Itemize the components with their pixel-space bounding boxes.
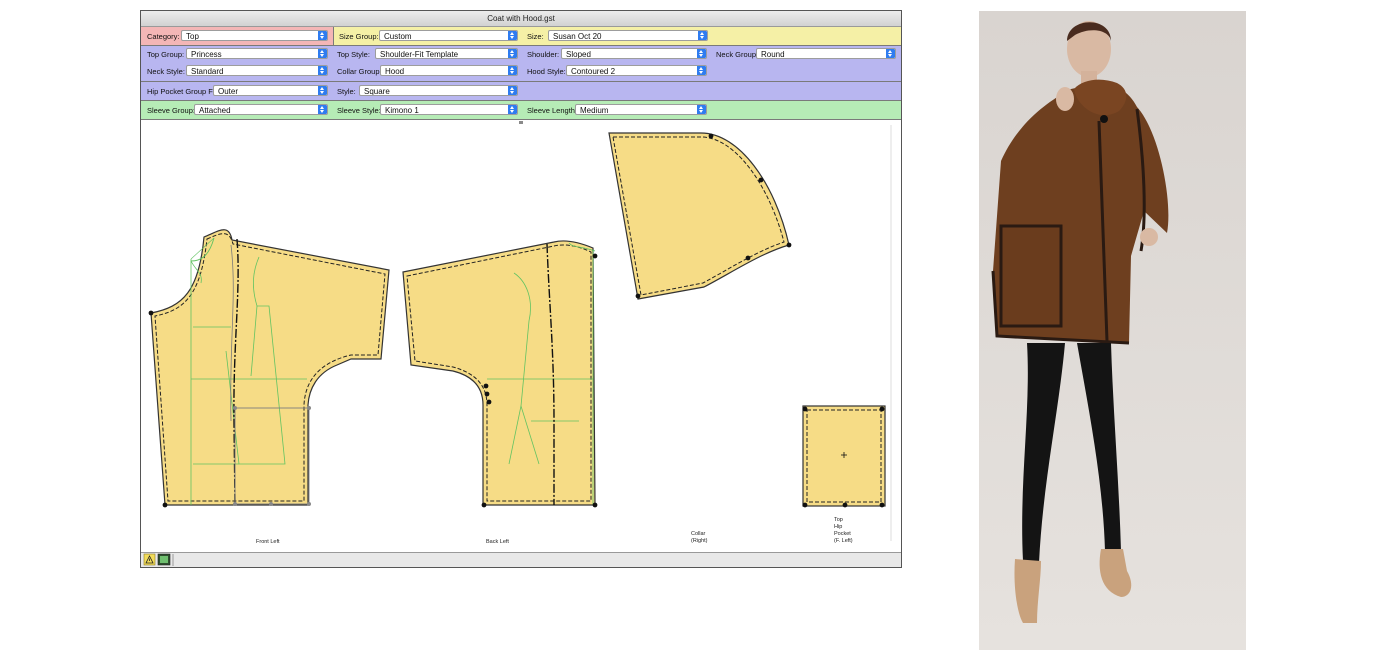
top-group-select[interactable]: Princess xyxy=(186,48,328,59)
top-style-label: Top Style: xyxy=(337,50,370,59)
pocket-piece[interactable] xyxy=(802,405,886,508)
pocket-label-line3: Pocket xyxy=(834,531,851,537)
hood-style-select[interactable]: Contoured 2 xyxy=(566,65,707,76)
collar-group-label: Collar Group: xyxy=(337,67,382,76)
warning-icon[interactable] xyxy=(143,553,156,566)
back-left-label: Back Left xyxy=(486,539,509,545)
size-group-label: Size Group: xyxy=(339,32,379,41)
front-left-piece[interactable] xyxy=(148,229,390,508)
row-top-style: Top Group: Princess Top Style: Shoulder-… xyxy=(141,46,901,82)
neck-group-value: Round xyxy=(761,50,785,59)
collar-label-line1: Collar xyxy=(691,531,706,537)
pocket-style-select[interactable]: Square xyxy=(359,85,518,96)
sleeve-length-label: Sleeve Length: xyxy=(527,106,578,115)
stepper-icon xyxy=(508,49,517,58)
size-group-select[interactable]: Custom xyxy=(379,30,518,41)
category-label: Category: xyxy=(147,32,180,41)
size-section: Size Group: Custom Size: Susan Oct 20 xyxy=(334,27,901,45)
neck-style-select[interactable]: Standard xyxy=(186,65,328,76)
hip-pocket-group-value: Outer xyxy=(218,87,239,96)
category-section: Category: Top xyxy=(141,27,334,45)
shoulder-value: Sloped xyxy=(566,50,591,59)
status-icons xyxy=(143,553,174,566)
hood-style-value: Contoured 2 xyxy=(571,67,616,76)
stepper-icon xyxy=(318,49,327,58)
top-style-value: Shoulder-Fit Template xyxy=(380,50,459,59)
neck-group-label: Neck Group: xyxy=(716,50,759,59)
stepper-icon xyxy=(318,105,327,114)
pocket-style-label: Style: xyxy=(337,87,356,96)
sleeve-group-label: Sleeve Group: xyxy=(147,106,195,115)
neck-group-select[interactable]: Round xyxy=(756,48,896,59)
stepper-icon xyxy=(698,31,707,40)
stepper-icon xyxy=(318,31,327,40)
stepper-icon xyxy=(508,105,517,114)
thumbnail-icon[interactable] xyxy=(157,553,171,566)
row-category-size: Category: Top Size Group: Custom Size: S… xyxy=(141,27,901,46)
sleeve-style-label: Sleeve Style: xyxy=(337,106,381,115)
neck-style-value: Standard xyxy=(191,67,224,76)
pattern-canvas[interactable]: Front Left Back Left Collar (Right) Top … xyxy=(141,121,901,553)
sleeve-style-select[interactable]: Kimono 1 xyxy=(380,104,518,115)
sleeve-length-value: Medium xyxy=(580,106,609,115)
hood-style-label: Hood Style: xyxy=(527,67,566,76)
stepper-icon xyxy=(318,86,327,95)
stepper-icon xyxy=(886,49,895,58)
collar-group-select[interactable]: Hood xyxy=(380,65,518,76)
model-photo xyxy=(979,11,1246,650)
stepper-icon xyxy=(697,105,706,114)
pocket-label-line4: (F. Left) xyxy=(834,538,853,544)
size-label: Size: xyxy=(527,32,544,41)
pattern-drawing: Front Left Back Left Collar (Right) Top … xyxy=(148,121,892,545)
row-sleeve: Sleeve Group: Attached Sleeve Style: Kim… xyxy=(141,101,901,120)
stepper-icon xyxy=(508,66,517,75)
stepper-icon xyxy=(697,66,706,75)
hip-pocket-group-label: Hip Pocket Group F: xyxy=(147,87,215,96)
collar-piece[interactable] xyxy=(608,132,792,300)
top-style-select[interactable]: Shoulder-Fit Template xyxy=(375,48,518,59)
size-select[interactable]: Susan Oct 20 xyxy=(548,30,708,41)
stepper-icon xyxy=(508,86,517,95)
back-left-piece[interactable] xyxy=(402,240,598,508)
splitter-handle[interactable] xyxy=(519,121,523,124)
front-left-label: Front Left xyxy=(256,539,280,545)
pocket-label-line2: Hip xyxy=(834,524,842,530)
top-group-label: Top Group: xyxy=(147,50,185,59)
stepper-icon xyxy=(697,49,706,58)
collar-group-value: Hood xyxy=(385,67,405,76)
top-group-value: Princess xyxy=(191,50,222,59)
pattern-app-window: Coat with Hood.gst Category: Top Size Gr… xyxy=(140,10,902,568)
sleeve-group-value: Attached xyxy=(199,106,231,115)
coat-photo-illustration xyxy=(979,11,1246,650)
size-group-value: Custom xyxy=(384,32,412,41)
pocket-style-value: Square xyxy=(364,87,390,96)
window-title: Coat with Hood.gst xyxy=(141,11,901,27)
stepper-icon xyxy=(508,31,517,40)
stepper-icon xyxy=(318,66,327,75)
sleeve-length-select[interactable]: Medium xyxy=(575,104,707,115)
size-value: Susan Oct 20 xyxy=(553,32,602,41)
sleeve-style-value: Kimono 1 xyxy=(385,106,419,115)
shoulder-select[interactable]: Sloped xyxy=(561,48,707,59)
neck-style-label: Neck Style: xyxy=(147,67,185,76)
shoulder-label: Shoulder: xyxy=(527,50,560,59)
status-bar xyxy=(141,552,901,567)
sleeve-group-select[interactable]: Attached xyxy=(194,104,328,115)
category-value: Top xyxy=(186,32,199,41)
category-select[interactable]: Top xyxy=(181,30,328,41)
hip-pocket-group-select[interactable]: Outer xyxy=(213,85,328,96)
row-hip-pocket: Hip Pocket Group F: Outer Style: Square xyxy=(141,82,901,101)
pocket-label-line1: Top xyxy=(834,517,843,523)
collar-label-line2: (Right) xyxy=(691,538,708,544)
